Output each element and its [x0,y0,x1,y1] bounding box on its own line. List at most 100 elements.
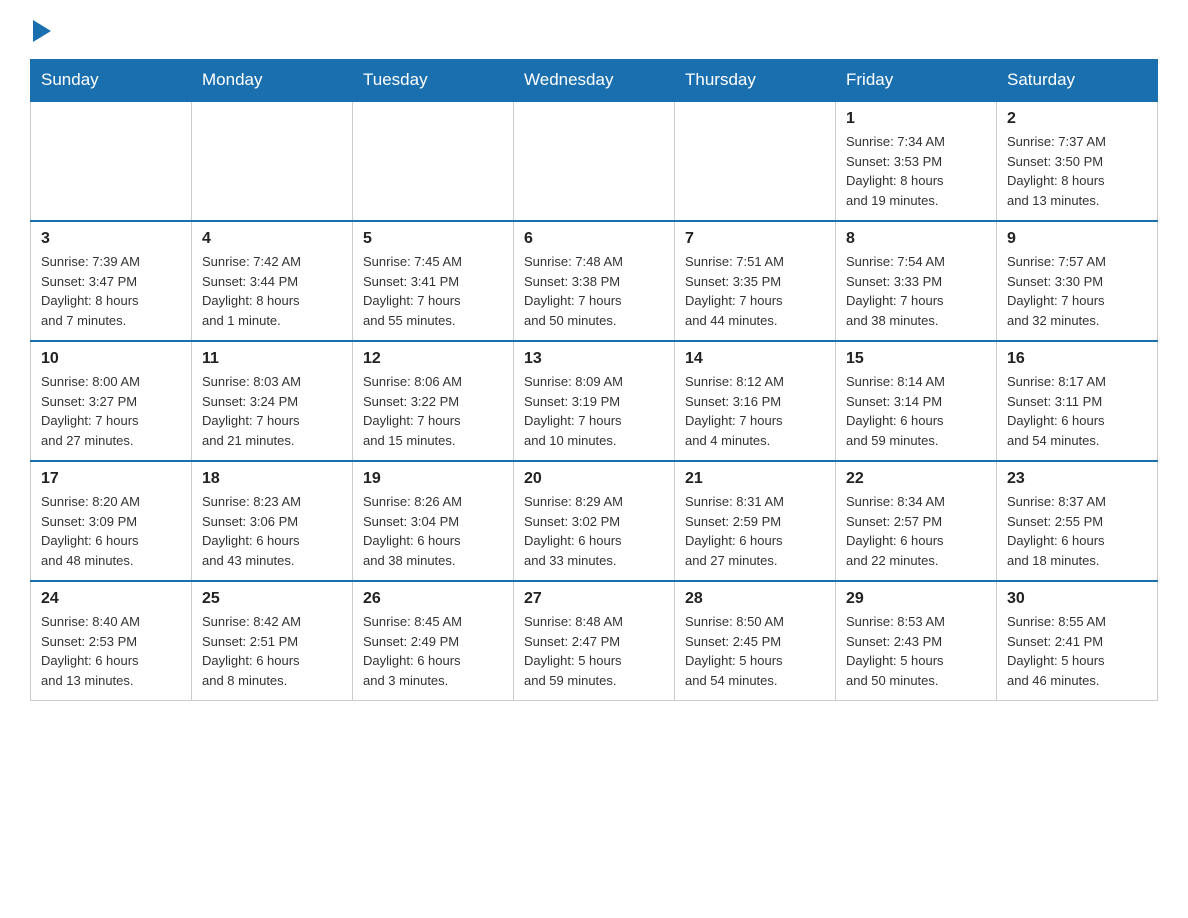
calendar-header-row: SundayMondayTuesdayWednesdayThursdayFrid… [31,60,1158,102]
day-info: Sunrise: 8:55 AMSunset: 2:41 PMDaylight:… [1007,612,1147,690]
calendar-cell: 12 Sunrise: 8:06 AMSunset: 3:22 PMDayligh… [353,341,514,461]
day-info: Sunrise: 8:53 AMSunset: 2:43 PMDaylight:… [846,612,986,690]
calendar-cell: 5 Sunrise: 7:45 AMSunset: 3:41 PMDaylight… [353,221,514,341]
calendar-week-row: 24Sunrise: 8:40 AMSunset: 2:53 PMDayligh… [31,581,1158,701]
calendar-weekday-wednesday: Wednesday [514,60,675,102]
calendar-cell: 4 Sunrise: 7:42 AMSunset: 3:44 PMDaylight… [192,221,353,341]
day-number: 11 [202,350,342,368]
day-number: 24 [41,590,181,608]
logo [30,20,51,43]
calendar-week-row: 10 Sunrise: 8:00 AMSunset: 3:27 PMDayligh… [31,341,1158,461]
day-info: Sunrise: 7:51 AMSunset: 3:35 PMDaylight:… [685,252,825,330]
calendar-week-row: 1 Sunrise: 7:34 AMSunset: 3:53 PMDaylight… [31,101,1158,221]
day-number: 25 [202,590,342,608]
day-info: Sunrise: 8:23 AMSunset: 3:06 PMDaylight:… [202,492,342,570]
day-info: Sunrise: 7:54 AMSunset: 3:33 PMDaylight:… [846,252,986,330]
calendar-header: SundayMondayTuesdayWednesdayThursdayFrid… [31,60,1158,102]
calendar-cell: 18 Sunrise: 8:23 AMSunset: 3:06 PMDayligh… [192,461,353,581]
day-number: 4 [202,230,342,248]
calendar-cell: 20 Sunrise: 8:29 AMSunset: 3:02 PMDayligh… [514,461,675,581]
calendar-cell: 25Sunrise: 8:42 AMSunset: 2:51 PMDayligh… [192,581,353,701]
day-info: Sunrise: 8:34 AMSunset: 2:57 PMDaylight:… [846,492,986,570]
day-info: Sunrise: 8:45 AMSunset: 2:49 PMDaylight:… [363,612,503,690]
day-number: 6 [524,230,664,248]
calendar-cell: 16Sunrise: 8:17 AMSunset: 3:11 PMDayligh… [997,341,1158,461]
day-number: 18 [202,470,342,488]
calendar-body: 1 Sunrise: 7:34 AMSunset: 3:53 PMDaylight… [31,101,1158,701]
calendar-cell [353,101,514,221]
calendar-cell: 8 Sunrise: 7:54 AMSunset: 3:33 PMDaylight… [836,221,997,341]
day-number: 10 [41,350,181,368]
calendar-cell: 6Sunrise: 7:48 AMSunset: 3:38 PMDaylight… [514,221,675,341]
calendar-cell: 1 Sunrise: 7:34 AMSunset: 3:53 PMDaylight… [836,101,997,221]
day-number: 21 [685,470,825,488]
day-info: Sunrise: 7:42 AMSunset: 3:44 PMDaylight:… [202,252,342,330]
day-info: Sunrise: 7:39 AMSunset: 3:47 PMDaylight:… [41,252,181,330]
calendar-weekday-friday: Friday [836,60,997,102]
calendar-cell: 13 Sunrise: 8:09 AMSunset: 3:19 PMDayligh… [514,341,675,461]
day-number: 13 [524,350,664,368]
calendar-cell: 10 Sunrise: 8:00 AMSunset: 3:27 PMDayligh… [31,341,192,461]
day-number: 14 [685,350,825,368]
day-info: Sunrise: 8:09 AMSunset: 3:19 PMDaylight:… [524,372,664,450]
calendar-week-row: 3Sunrise: 7:39 AMSunset: 3:47 PMDaylight… [31,221,1158,341]
calendar-weekday-saturday: Saturday [997,60,1158,102]
day-number: 17 [41,470,181,488]
calendar-cell: 21Sunrise: 8:31 AMSunset: 2:59 PMDayligh… [675,461,836,581]
day-number: 12 [363,350,503,368]
day-number: 20 [524,470,664,488]
calendar-weekday-sunday: Sunday [31,60,192,102]
calendar-cell: 23Sunrise: 8:37 AMSunset: 2:55 PMDayligh… [997,461,1158,581]
calendar-cell: 27 Sunrise: 8:48 AMSunset: 2:47 PMDayligh… [514,581,675,701]
calendar-cell: 2Sunrise: 7:37 AMSunset: 3:50 PMDaylight… [997,101,1158,221]
calendar-table: SundayMondayTuesdayWednesdayThursdayFrid… [30,59,1158,701]
day-number: 9 [1007,230,1147,248]
day-number: 27 [524,590,664,608]
day-info: Sunrise: 8:29 AMSunset: 3:02 PMDaylight:… [524,492,664,570]
day-number: 1 [846,110,986,128]
day-number: 19 [363,470,503,488]
day-info: Sunrise: 7:45 AMSunset: 3:41 PMDaylight:… [363,252,503,330]
day-number: 7 [685,230,825,248]
calendar-cell [31,101,192,221]
calendar-cell [192,101,353,221]
day-info: Sunrise: 8:48 AMSunset: 2:47 PMDaylight:… [524,612,664,690]
calendar-cell: 30 Sunrise: 8:55 AMSunset: 2:41 PMDayligh… [997,581,1158,701]
day-info: Sunrise: 8:20 AMSunset: 3:09 PMDaylight:… [41,492,181,570]
calendar-cell [514,101,675,221]
day-number: 15 [846,350,986,368]
calendar-cell [675,101,836,221]
calendar-weekday-monday: Monday [192,60,353,102]
calendar-weekday-tuesday: Tuesday [353,60,514,102]
day-number: 28 [685,590,825,608]
day-number: 29 [846,590,986,608]
calendar-cell: 3Sunrise: 7:39 AMSunset: 3:47 PMDaylight… [31,221,192,341]
day-info: Sunrise: 8:03 AMSunset: 3:24 PMDaylight:… [202,372,342,450]
day-number: 16 [1007,350,1147,368]
day-info: Sunrise: 8:00 AMSunset: 3:27 PMDaylight:… [41,372,181,450]
day-number: 2 [1007,110,1147,128]
day-number: 8 [846,230,986,248]
calendar-cell: 9 Sunrise: 7:57 AMSunset: 3:30 PMDaylight… [997,221,1158,341]
calendar-cell: 11 Sunrise: 8:03 AMSunset: 3:24 PMDayligh… [192,341,353,461]
day-number: 30 [1007,590,1147,608]
calendar-weekday-thursday: Thursday [675,60,836,102]
header [30,20,1158,43]
day-number: 22 [846,470,986,488]
calendar-cell: 24Sunrise: 8:40 AMSunset: 2:53 PMDayligh… [31,581,192,701]
calendar-cell: 17 Sunrise: 8:20 AMSunset: 3:09 PMDayligh… [31,461,192,581]
calendar-week-row: 17 Sunrise: 8:20 AMSunset: 3:09 PMDayligh… [31,461,1158,581]
day-info: Sunrise: 8:26 AMSunset: 3:04 PMDaylight:… [363,492,503,570]
calendar-cell: 15Sunrise: 8:14 AMSunset: 3:14 PMDayligh… [836,341,997,461]
day-number: 5 [363,230,503,248]
calendar-cell: 28Sunrise: 8:50 AMSunset: 2:45 PMDayligh… [675,581,836,701]
day-info: Sunrise: 8:06 AMSunset: 3:22 PMDaylight:… [363,372,503,450]
day-info: Sunrise: 7:57 AMSunset: 3:30 PMDaylight:… [1007,252,1147,330]
calendar-cell: 22 Sunrise: 8:34 AMSunset: 2:57 PMDayligh… [836,461,997,581]
calendar-cell: 7 Sunrise: 7:51 AMSunset: 3:35 PMDaylight… [675,221,836,341]
calendar-cell: 19 Sunrise: 8:26 AMSunset: 3:04 PMDayligh… [353,461,514,581]
calendar-cell: 14Sunrise: 8:12 AMSunset: 3:16 PMDayligh… [675,341,836,461]
logo-arrow-icon [33,20,51,42]
day-info: Sunrise: 8:37 AMSunset: 2:55 PMDaylight:… [1007,492,1147,570]
day-info: Sunrise: 7:34 AMSunset: 3:53 PMDaylight:… [846,132,986,210]
